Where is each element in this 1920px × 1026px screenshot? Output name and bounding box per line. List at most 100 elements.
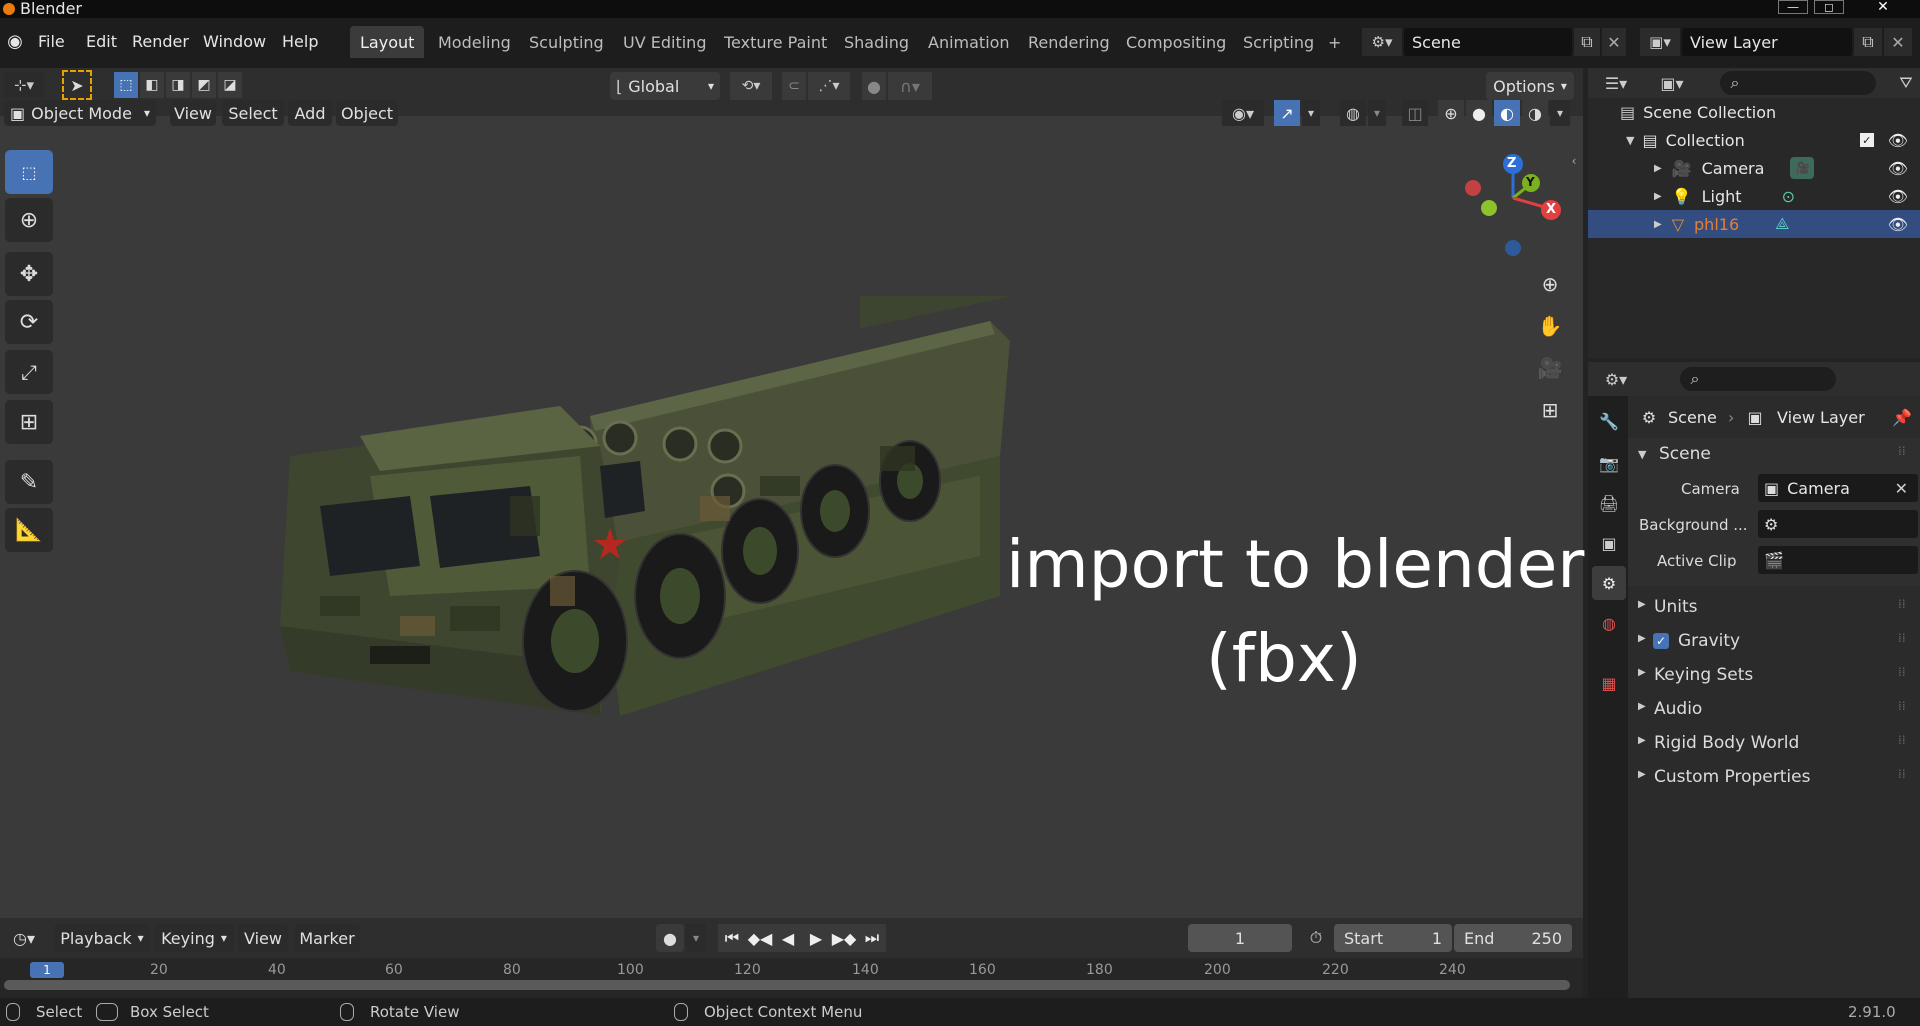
proportional-falloff-icon[interactable]: ∩▾: [888, 72, 932, 100]
jump-next-keyframe-icon[interactable]: ▶◆: [830, 924, 858, 952]
jump-prev-keyframe-icon[interactable]: ◆◀: [746, 924, 774, 952]
scene-name-field[interactable]: Scene: [1404, 28, 1572, 56]
properties-search-field[interactable]: ⌕: [1680, 367, 1836, 391]
drag-handle-icon[interactable]: ⁞⁞: [1898, 597, 1906, 611]
tab-shading[interactable]: Shading: [834, 26, 919, 58]
drag-handle-icon[interactable]: ⁞⁞: [1898, 733, 1906, 747]
gravity-checkbox[interactable]: ✓: [1653, 633, 1669, 649]
drag-handle-icon[interactable]: ⁞⁞: [1898, 665, 1906, 679]
drag-handle-icon[interactable]: ⁞⁞: [1898, 767, 1906, 781]
drag-handle-icon[interactable]: ⁞⁞: [1898, 631, 1906, 645]
cursor-tool-icon[interactable]: ⊕: [5, 198, 53, 242]
add-workspace-button[interactable]: +: [1318, 26, 1351, 58]
eye-icon[interactable]: 👁: [1888, 187, 1908, 206]
move-tool-icon[interactable]: ✥: [5, 252, 53, 296]
tab-uv-editing[interactable]: UV Editing: [613, 26, 716, 58]
play-icon[interactable]: ▶: [802, 924, 830, 952]
eye-icon[interactable]: 👁: [1888, 131, 1908, 150]
menu-file[interactable]: File: [38, 32, 65, 51]
visibility-filter-icon[interactable]: ◉▾: [1222, 100, 1264, 126]
select-mode-new-icon[interactable]: ⬚: [114, 72, 138, 98]
menu-render[interactable]: Render: [132, 32, 189, 51]
camera-field[interactable]: ▣ Camera ✕: [1758, 474, 1918, 502]
view-layer-browse-icon[interactable]: ▣▾: [1640, 28, 1680, 56]
select-mode-invert-icon[interactable]: ◩: [192, 72, 216, 98]
measure-tool-icon[interactable]: 📐: [5, 508, 53, 552]
pan-hand-icon[interactable]: ✋: [1530, 306, 1570, 346]
shading-dropdown-icon[interactable]: ▾: [1550, 100, 1570, 126]
filter-icon[interactable]: ⛛: [1894, 71, 1918, 95]
select-box-tool-icon[interactable]: ⬚: [5, 150, 53, 194]
texture-tab-icon[interactable]: ▦: [1594, 668, 1624, 698]
delete-view-layer-icon[interactable]: ✕: [1884, 28, 1912, 56]
outliner-item-camera[interactable]: ▶ 🎥 Camera 🎥 👁: [1588, 154, 1920, 182]
tab-sculpting[interactable]: Sculpting: [519, 26, 614, 58]
material-preview-shading-icon[interactable]: ◐: [1494, 100, 1520, 126]
zoom-icon[interactable]: ⊕: [1530, 264, 1570, 304]
tab-animation[interactable]: Animation: [918, 26, 1020, 58]
overlays-dropdown-icon[interactable]: ▾: [1368, 100, 1386, 126]
auto-keying-icon[interactable]: ●: [656, 924, 684, 952]
collapse-sidebar-icon[interactable]: ‹: [1567, 152, 1581, 170]
subpanel-custom-properties[interactable]: ▶ Custom Properties ⁞⁞: [1628, 762, 1920, 792]
marker-menu[interactable]: Marker: [294, 924, 360, 952]
delete-scene-icon[interactable]: ✕: [1602, 28, 1626, 56]
subpanel-rigid-body-world[interactable]: ▶ Rigid Body World ⁞⁞: [1628, 728, 1920, 758]
tab-texture-paint[interactable]: Texture Paint: [714, 26, 837, 58]
jump-start-icon[interactable]: ⏮: [718, 924, 746, 952]
playback-menu[interactable]: Playback ▾: [54, 924, 150, 952]
3d-viewport[interactable]: ⊹▾ ➤ ⬚ ◧ ◨ ◩ ◪ ⌊ Global ▾ ⟲▾ ⊂ ⋰▾ ● ∩▾ O…: [0, 68, 1584, 918]
outliner-editor-type-icon[interactable]: ☰▾: [1596, 70, 1636, 96]
eye-icon[interactable]: 👁: [1888, 159, 1908, 178]
tab-scripting[interactable]: Scripting: [1233, 26, 1324, 58]
panel-expand-icon[interactable]: ▼: [1638, 448, 1646, 461]
timeline-scrollbar[interactable]: [4, 980, 1570, 990]
mode-dropdown[interactable]: ▣ Object Mode ▾: [4, 100, 156, 126]
tab-modeling[interactable]: Modeling: [428, 26, 521, 58]
keying-menu[interactable]: Keying ▾: [154, 924, 234, 952]
preview-range-icon[interactable]: ⏱: [1302, 924, 1330, 952]
view-menu[interactable]: View: [170, 100, 216, 126]
add-menu[interactable]: Add: [288, 100, 332, 126]
perspective-grid-icon[interactable]: ⊞: [1530, 390, 1570, 430]
collection-row[interactable]: ▼ ▤ Collection ✓ 👁: [1588, 126, 1920, 154]
editor-type-icon[interactable]: ⊹▾: [4, 72, 44, 98]
select-mode-subtract-icon[interactable]: ◨: [166, 72, 190, 98]
view-layer-name-field[interactable]: View Layer: [1682, 28, 1852, 56]
xray-toggle-icon[interactable]: ◫: [1402, 100, 1428, 126]
overlays-toggle-icon[interactable]: ◍: [1340, 100, 1366, 126]
menu-help[interactable]: Help: [282, 32, 318, 51]
transform-orientation-dropdown[interactable]: ⌊ Global ▾: [610, 72, 720, 100]
drag-handle-icon[interactable]: ⁞⁞: [1898, 444, 1906, 458]
auto-keying-dropdown-icon[interactable]: ▾: [686, 924, 706, 952]
snap-icon[interactable]: ⊂: [782, 72, 806, 100]
close-button[interactable]: ✕: [1850, 0, 1916, 15]
subpanel-audio[interactable]: ▶ Audio ⁞⁞: [1628, 694, 1920, 724]
play-reverse-icon[interactable]: ◀: [774, 924, 802, 952]
scene-collection-row[interactable]: ▤ Scene Collection: [1588, 98, 1920, 126]
camera-view-icon[interactable]: 🎥: [1530, 348, 1570, 388]
drag-handle-icon[interactable]: ⁞⁞: [1898, 699, 1906, 713]
pin-icon[interactable]: 📌: [1890, 404, 1914, 430]
current-frame-field[interactable]: 1: [1188, 924, 1292, 952]
transform-tool-icon[interactable]: ⊞: [5, 400, 53, 444]
world-tab-icon[interactable]: ◍: [1594, 608, 1624, 638]
proportional-editing-icon[interactable]: ●: [862, 72, 886, 100]
outliner-item-light[interactable]: ▶ 💡 Light ⊙ 👁: [1588, 182, 1920, 210]
menu-edit[interactable]: Edit: [86, 32, 117, 51]
tab-compositing[interactable]: Compositing: [1116, 26, 1236, 58]
frame-ruler[interactable]: 1 20 40 60 80 100 120 140 160 180 200 22…: [0, 958, 1583, 998]
background-scene-field[interactable]: ⚙: [1758, 510, 1918, 538]
timeline-editor-type-icon[interactable]: ◷▾: [4, 924, 44, 952]
jump-end-icon[interactable]: ⏭: [858, 924, 886, 952]
end-frame-field[interactable]: End 250: [1454, 924, 1572, 952]
tab-layout[interactable]: Layout: [350, 26, 425, 58]
subpanel-gravity[interactable]: ▶ ✓ Gravity ⁞⁞: [1628, 626, 1920, 656]
select-menu[interactable]: Select: [222, 100, 284, 126]
snap-target-icon[interactable]: ⋰▾: [808, 72, 850, 100]
outliner-search-field[interactable]: ⌕: [1720, 71, 1876, 95]
collection-exclude-checkbox[interactable]: ✓: [1859, 133, 1874, 147]
menu-window[interactable]: Window: [203, 32, 266, 51]
select-tool-icon[interactable]: ➤: [62, 70, 92, 100]
scale-tool-icon[interactable]: ⤢: [5, 350, 53, 394]
